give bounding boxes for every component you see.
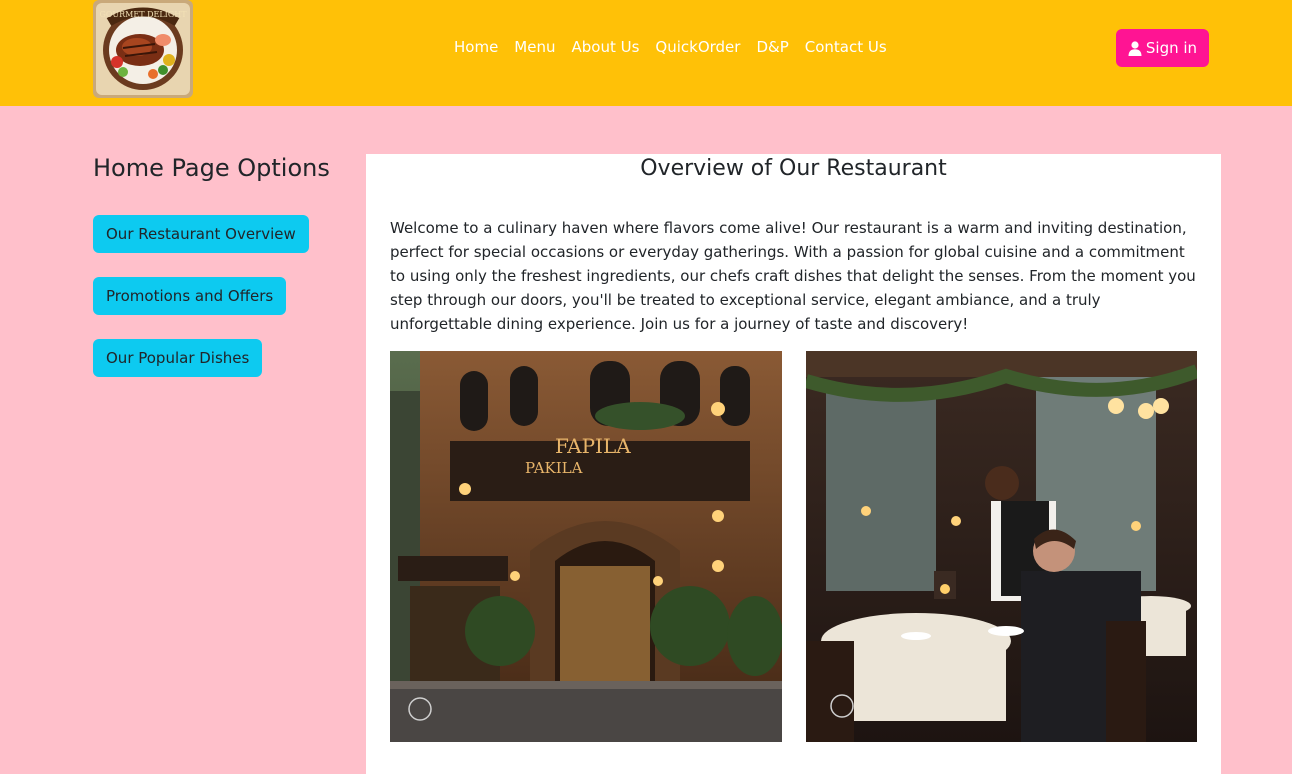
promotions-offers-button[interactable]: Promotions and Offers [93,277,287,315]
logo-image: GOURMET DELIGHT [93,0,193,98]
overview-paragraph: Welcome to a culinary haven where flavor… [390,219,1196,333]
overview-title: Overview of Our Restaurant [640,156,947,181]
sidebar-title: Home Page Options [93,154,330,182]
exterior-sign-top: FAPILA [555,434,631,458]
restaurant-interior-image [806,351,1197,742]
nav-link-contact-us[interactable]: Contact Us [805,38,887,56]
restaurant-overview-button[interactable]: Our Restaurant Overview [93,215,309,253]
popular-dishes-button[interactable]: Our Popular Dishes [93,339,263,377]
user-icon [1128,40,1142,56]
sign-in-button[interactable]: Sign in [1116,29,1209,67]
exterior-sign-bottom: PAKILA [525,459,583,477]
overview-card: Overview of Our Restaurant Welcome to a … [366,154,1221,774]
nav-link-quickorder[interactable]: QuickOrder [655,38,740,56]
logo-text: GOURMET DELIGHT [99,10,187,19]
nav-link-menu[interactable]: Menu [514,38,555,56]
navbar: GOURMET DELIGHT Home Menu About Us Quick… [0,0,1292,106]
sign-in-label: Sign in [1145,39,1198,57]
restaurant-exterior-image: FAPILA PAKILA [390,351,782,742]
logo[interactable]: GOURMET DELIGHT [93,0,193,98]
nav-links: Home Menu About Us QuickOrder D&P Contac… [454,38,887,56]
nav-link-home[interactable]: Home [454,38,498,56]
nav-link-dp[interactable]: D&P [756,38,788,56]
nav-link-about-us[interactable]: About Us [571,38,639,56]
